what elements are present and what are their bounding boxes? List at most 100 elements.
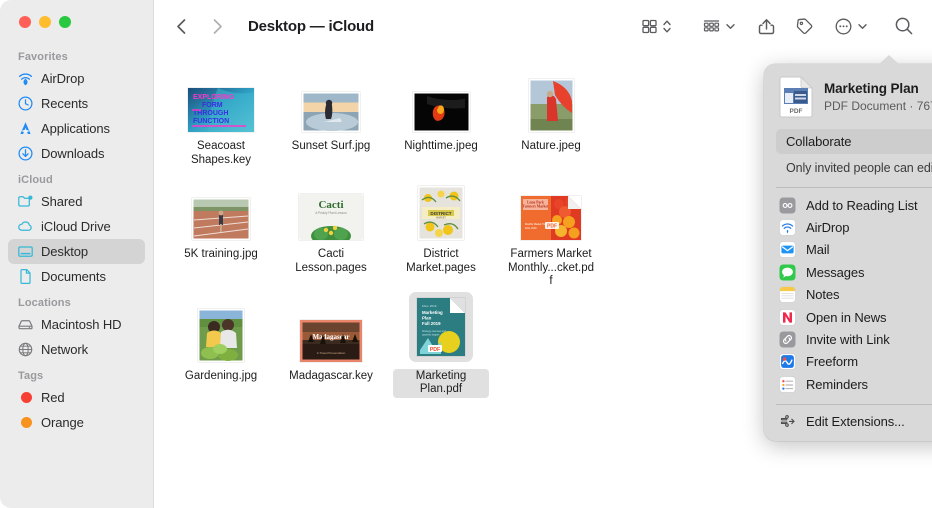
group-by-button[interactable] <box>702 18 736 35</box>
sidebar-section-title: Tags <box>0 370 153 385</box>
sidebar-item-airdrop[interactable]: AirDrop <box>8 66 145 91</box>
sidebar-item-label: Downloads <box>41 146 104 161</box>
file-item[interactable]: 5K training.jpg <box>166 168 276 290</box>
more-actions-icon <box>834 17 853 36</box>
file-name: Cacti Lesson.pages <box>283 247 379 276</box>
globe-icon <box>17 341 34 358</box>
clock-icon <box>17 95 34 112</box>
airdrop-icon <box>17 70 34 87</box>
sidebar-item-label: Macintosh HD <box>41 317 121 332</box>
close-button[interactable] <box>19 16 31 28</box>
share-menu-item-messages[interactable]: Messages <box>764 261 932 283</box>
sidebar-item-label: Recents <box>41 96 88 111</box>
shared-folder-icon <box>17 193 34 210</box>
more-actions-button[interactable] <box>834 17 868 36</box>
sidebar-item-desktop[interactable]: Desktop <box>8 239 145 264</box>
link-icon <box>779 331 796 348</box>
chevron-down-icon <box>725 18 736 35</box>
share-menu-item-add-to-reading-list[interactable]: Add to Reading List <box>764 194 932 216</box>
collaborate-dropdown[interactable]: Collaborate <box>776 129 932 154</box>
file-name: District Market.pages <box>393 247 489 276</box>
minimize-button[interactable] <box>39 16 51 28</box>
applications-icon <box>17 120 34 137</box>
svg-text:PDF: PDF <box>430 346 440 352</box>
share-icon <box>758 17 775 36</box>
zoom-button[interactable] <box>59 16 71 28</box>
sidebar-item-orange[interactable]: Orange <box>8 410 145 435</box>
sidebar-item-label: Shared <box>41 194 82 209</box>
share-menu-item-freeform[interactable]: Freeform <box>764 351 932 373</box>
share-menu-item-label: Invite with Link <box>806 332 890 347</box>
cloud-icon <box>17 218 34 235</box>
tag-dot-icon <box>17 389 34 406</box>
sidebar-item-macintosh-hd[interactable]: Macintosh HD <box>8 312 145 337</box>
file-item[interactable]: CactiA Prickly Plant Lesson Cacti Lesson.… <box>276 168 386 290</box>
sidebar-item-label: Red <box>41 390 65 405</box>
back-button[interactable] <box>170 15 192 37</box>
icon-view-button[interactable] <box>641 18 672 35</box>
share-menu-item-label: Mail <box>806 242 829 257</box>
chevron-down-icon <box>857 18 868 35</box>
popover-divider-1 <box>776 187 932 188</box>
share-menu-item-label: Open in News <box>806 310 886 325</box>
file-thumbnail: Luna ParkFarmers MarketMonthly Market Ti… <box>496 174 606 240</box>
file-item[interactable]: Nature.jpeg <box>496 60 606 168</box>
share-menu-item-invite-with-link[interactable]: Invite with Link <box>764 328 932 350</box>
forward-button[interactable] <box>206 15 228 37</box>
file-thumbnail <box>386 66 496 132</box>
share-menu-item-edit-extensions[interactable]: Edit Extensions... <box>764 411 932 433</box>
file-item[interactable]: Luna ParkFarmers MarketMonthly Market Ti… <box>496 168 606 290</box>
file-name: Marketing Plan.pdf <box>393 369 489 398</box>
sidebar-item-documents[interactable]: Documents <box>8 264 145 289</box>
airdrop-icon <box>779 219 796 236</box>
share-menu-item-label: Notes <box>806 287 839 302</box>
popover-divider-2 <box>776 404 932 405</box>
reading-list-icon <box>779 197 796 214</box>
sidebar-item-shared[interactable]: Shared <box>8 189 145 214</box>
share-menu-item-airdrop[interactable]: AirDrop <box>764 216 932 238</box>
sidebar-item-network[interactable]: Network <box>8 337 145 362</box>
sidebar-item-icloud-drive[interactable]: iCloud Drive <box>8 214 145 239</box>
share-menu-item-notes[interactable]: Notes <box>764 284 932 306</box>
main-area: Desktop — iCloud <box>154 0 932 508</box>
file-item[interactable]: MadagascarA Travel PresentationMadagasca… <box>276 290 386 398</box>
notes-icon <box>779 286 796 303</box>
file-item[interactable]: Sunset Surf.jpg <box>276 60 386 168</box>
share-menu-item-reminders[interactable]: Reminders <box>764 373 932 395</box>
file-item[interactable]: FALL 2019MarketingPlanFall 2019Strategy … <box>386 290 496 398</box>
airdrop-icon <box>17 70 34 87</box>
file-item[interactable]: EXPLORINGFORMTHROUGHFUNCTIONSeacoast Sha… <box>166 60 276 168</box>
search-button[interactable] <box>894 16 914 36</box>
page-title: Desktop — iCloud <box>248 18 374 35</box>
messages-icon <box>779 264 796 281</box>
tag-button[interactable] <box>795 17 814 36</box>
file-item[interactable]: DISTRICTMARKET District Market.pages <box>386 168 496 290</box>
sidebar-section: iCloud Shared iCloud Drive Desktop Documents <box>0 174 153 289</box>
share-menu-item-label: Reminders <box>806 377 868 392</box>
svg-text:FALL 2019: FALL 2019 <box>422 304 437 308</box>
sidebar-item-downloads[interactable]: Downloads <box>8 141 145 166</box>
file-name: 5K training.jpg <box>180 247 262 263</box>
share-menu-item-open-in-news[interactable]: Open in News <box>764 306 932 328</box>
sidebar-item-recents[interactable]: Recents <box>8 91 145 116</box>
share-button[interactable] <box>758 17 775 36</box>
svg-text:A Prickly Plant Lesson: A Prickly Plant Lesson <box>315 211 347 215</box>
tag-icon <box>795 17 814 36</box>
file-thumbnail: MadagascarA Travel Presentation <box>276 296 386 362</box>
popover-doc-subtitle: PDF Document · 767 KB <box>824 98 932 114</box>
news-icon <box>779 309 796 326</box>
share-menu-item-label: Edit Extensions... <box>806 414 905 429</box>
sidebar-item-label: Desktop <box>41 244 88 259</box>
share-menu-item-mail[interactable]: Mail <box>764 239 932 261</box>
share-popover: PDF Marketing Plan PDF Document · 767 KB… <box>764 64 932 441</box>
file-thumbnail: FALL 2019MarketingPlanFall 2019Strategy … <box>386 296 496 362</box>
permission-row[interactable]: Only invited people can edit. <box>776 156 932 179</box>
sidebar-item-applications[interactable]: Applications <box>8 116 145 141</box>
file-item[interactable]: Gardening.jpg <box>166 290 276 398</box>
sidebar-item-red[interactable]: Red <box>8 385 145 410</box>
svg-text:Cacti: Cacti <box>318 199 343 211</box>
file-item[interactable]: Nighttime.jpeg <box>386 60 496 168</box>
svg-text:PDF: PDF <box>790 108 803 115</box>
file-thumbnail: DISTRICTMARKET <box>386 174 496 240</box>
sidebar-section-title: iCloud <box>0 174 153 189</box>
